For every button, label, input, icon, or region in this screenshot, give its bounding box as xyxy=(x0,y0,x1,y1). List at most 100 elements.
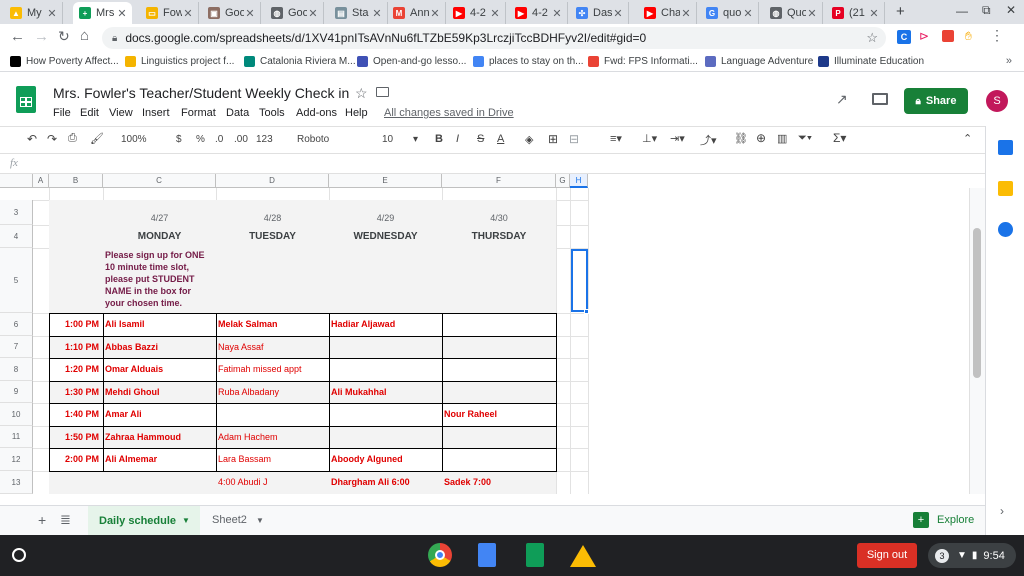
wednesday-slot-cell[interactable] xyxy=(329,336,442,358)
paint-format-icon[interactable]: 🖌︎ xyxy=(90,132,104,145)
bookmark-item[interactable]: Language Adventure xyxy=(705,56,813,67)
time-slot-cell[interactable]: 1:00 PM xyxy=(49,313,103,336)
fill-color-icon[interactable]: ◈ xyxy=(525,133,533,146)
column-header-g[interactable]: G xyxy=(556,174,570,188)
tasks-icon[interactable] xyxy=(998,222,1013,237)
row-header-4[interactable]: 4 xyxy=(0,225,33,248)
row-header-13[interactable]: 13 xyxy=(0,471,33,494)
tuesday-slot-cell[interactable]: Naya Assaf xyxy=(216,336,329,358)
browser-tab[interactable]: M Ann ✕ xyxy=(387,2,446,24)
browser-tab[interactable]: Gquo ✕ xyxy=(700,2,759,24)
redo-icon[interactable]: ↷ xyxy=(47,132,57,146)
add-sheet-icon[interactable]: + xyxy=(38,512,46,528)
activity-icon[interactable]: ↗ xyxy=(836,91,848,108)
merge-cells-icon[interactable]: ⊟ xyxy=(569,132,579,146)
reload-icon[interactable]: ↻ xyxy=(58,28,70,45)
status-tray[interactable]: 3 ▼ ▮ 9:54 xyxy=(928,543,1016,568)
bookmark-item[interactable]: Illuminate Education xyxy=(818,56,924,67)
close-icon[interactable]: ✕ xyxy=(806,7,818,20)
tuesday-slot-cell[interactable]: Melak Salman xyxy=(216,313,329,336)
avatar[interactable]: S xyxy=(986,90,1008,112)
close-icon[interactable]: ✕ xyxy=(551,7,563,20)
thursday-slot-cell[interactable] xyxy=(442,313,556,336)
browser-tab[interactable]: ▶ Cha ✕ xyxy=(638,2,697,24)
row-header-5[interactable]: 5 xyxy=(0,248,33,313)
font-select[interactable]: Roboto xyxy=(297,134,329,145)
close-icon[interactable]: ✕ xyxy=(489,7,501,20)
wednesday-slot-cell[interactable]: Ali Mukahhal xyxy=(329,381,442,403)
time-slot-cell[interactable]: 1:10 PM xyxy=(49,336,103,358)
tuesday-slot-cell[interactable]: Fatimah missed appt xyxy=(216,358,329,381)
menu-insert[interactable]: Insert xyxy=(142,107,170,119)
column-header-c[interactable]: C xyxy=(103,174,216,188)
menu-view[interactable]: View xyxy=(109,107,133,119)
thursday-slot-cell[interactable]: Nour Raheel xyxy=(442,403,556,426)
comment-add-icon[interactable]: ⊕ xyxy=(756,131,766,145)
selected-cell[interactable] xyxy=(571,249,588,312)
menu-help[interactable]: Help xyxy=(345,107,368,119)
bookmark-item[interactable]: Open-and-go lesso... xyxy=(357,56,466,67)
link-icon[interactable]: ⛓︎ xyxy=(734,132,748,145)
menu-addons[interactable]: Add-ons xyxy=(296,107,337,119)
close-icon[interactable]: ✕ xyxy=(116,7,128,20)
tab-sheet2[interactable]: Sheet2 ▼ xyxy=(212,514,264,526)
home-icon[interactable]: ⌂ xyxy=(80,27,89,44)
row-header-8[interactable]: 8 xyxy=(0,358,33,381)
monday-slot-cell[interactable]: Zahraa Hammoud xyxy=(103,426,216,448)
chart-icon[interactable]: ▥ xyxy=(777,132,787,145)
row-header-3[interactable]: 3 xyxy=(0,200,33,225)
column-header-a[interactable]: A xyxy=(33,174,49,188)
increase-decimal-button[interactable]: .00 xyxy=(234,134,248,145)
decrease-decimal-button[interactable]: .0 xyxy=(215,134,223,145)
bookmark-item[interactable]: Fwd: FPS Informati... xyxy=(588,56,698,67)
day-header-cell[interactable]: THURSDAY xyxy=(442,225,556,248)
chrome-app-icon[interactable] xyxy=(428,543,452,567)
sheets-logo-icon[interactable] xyxy=(16,86,36,113)
close-icon[interactable]: ✕ xyxy=(612,7,624,20)
functions-icon[interactable]: Σ▾ xyxy=(833,131,846,145)
instructions-cell[interactable]: Please sign up for ONE 10 minute time slo… xyxy=(103,248,216,313)
monday-slot-cell[interactable]: Abbas Bazzi xyxy=(103,336,216,358)
sheets-app-icon[interactable] xyxy=(526,543,544,567)
wednesday-extra-cell[interactable]: Dhargham Ali 6:00 xyxy=(329,471,442,494)
bold-button[interactable]: B xyxy=(435,133,443,145)
tuesday-slot-cell[interactable] xyxy=(216,403,329,426)
launcher-icon[interactable] xyxy=(12,548,26,562)
row-header-6[interactable]: 6 xyxy=(0,313,33,336)
extension-red-icon[interactable] xyxy=(942,30,954,42)
borders-icon[interactable]: ⊞ xyxy=(548,132,558,146)
italic-button[interactable]: I xyxy=(456,133,459,145)
move-folder-icon[interactable] xyxy=(376,87,389,97)
document-title[interactable]: Mrs. Fowler's Teacher/Student Weekly Che… xyxy=(53,85,349,101)
bookmark-item[interactable]: places to stay on th... xyxy=(473,56,584,67)
keep-icon[interactable] xyxy=(998,181,1013,196)
monday-slot-cell[interactable]: Mehdi Ghoul xyxy=(103,381,216,403)
wednesday-slot-cell[interactable] xyxy=(329,426,442,448)
close-icon[interactable]: ✕ xyxy=(307,7,319,20)
menu-data[interactable]: Data xyxy=(226,107,249,119)
tab-daily-schedule[interactable]: Daily schedule ▼ xyxy=(88,506,200,535)
bookmark-item[interactable]: Linguistics project f... xyxy=(125,56,234,67)
extension-hand-icon[interactable]: ✋︎ xyxy=(965,29,972,44)
expand-panel-icon[interactable]: › xyxy=(1000,504,1004,518)
close-icon[interactable]: ✕ xyxy=(371,7,383,20)
monday-slot-cell[interactable]: Ali Almemar xyxy=(103,448,216,471)
percent-format-button[interactable]: % xyxy=(196,134,205,145)
bookmark-item[interactable]: How Poverty Affect... xyxy=(10,56,119,67)
column-header-f[interactable]: F xyxy=(442,174,556,188)
formula-bar[interactable]: fx xyxy=(0,154,985,174)
time-slot-cell[interactable]: 2:00 PM xyxy=(49,448,103,471)
text-wrap-icon[interactable]: ⇥▾ xyxy=(670,132,685,145)
window-close-icon[interactable]: ✕ xyxy=(1006,3,1016,17)
print-icon[interactable]: ⎙ xyxy=(68,132,77,145)
monday-slot-cell[interactable]: Amar Ali xyxy=(103,403,216,426)
date-cell[interactable]: 4/29 xyxy=(329,200,442,225)
back-icon[interactable]: ← xyxy=(10,28,25,45)
browser-tab[interactable]: ▶ 4-2 ✕ xyxy=(447,2,506,24)
explore-button[interactable]: + Explore xyxy=(913,512,974,528)
menu-file[interactable]: File xyxy=(53,107,71,119)
browser-tab[interactable]: ◍ Quo ✕ xyxy=(764,2,823,24)
tuesday-slot-cell[interactable]: Lara Bassam xyxy=(216,448,329,471)
signout-button[interactable]: Sign out xyxy=(857,543,917,568)
close-icon[interactable]: ✕ xyxy=(742,7,754,20)
